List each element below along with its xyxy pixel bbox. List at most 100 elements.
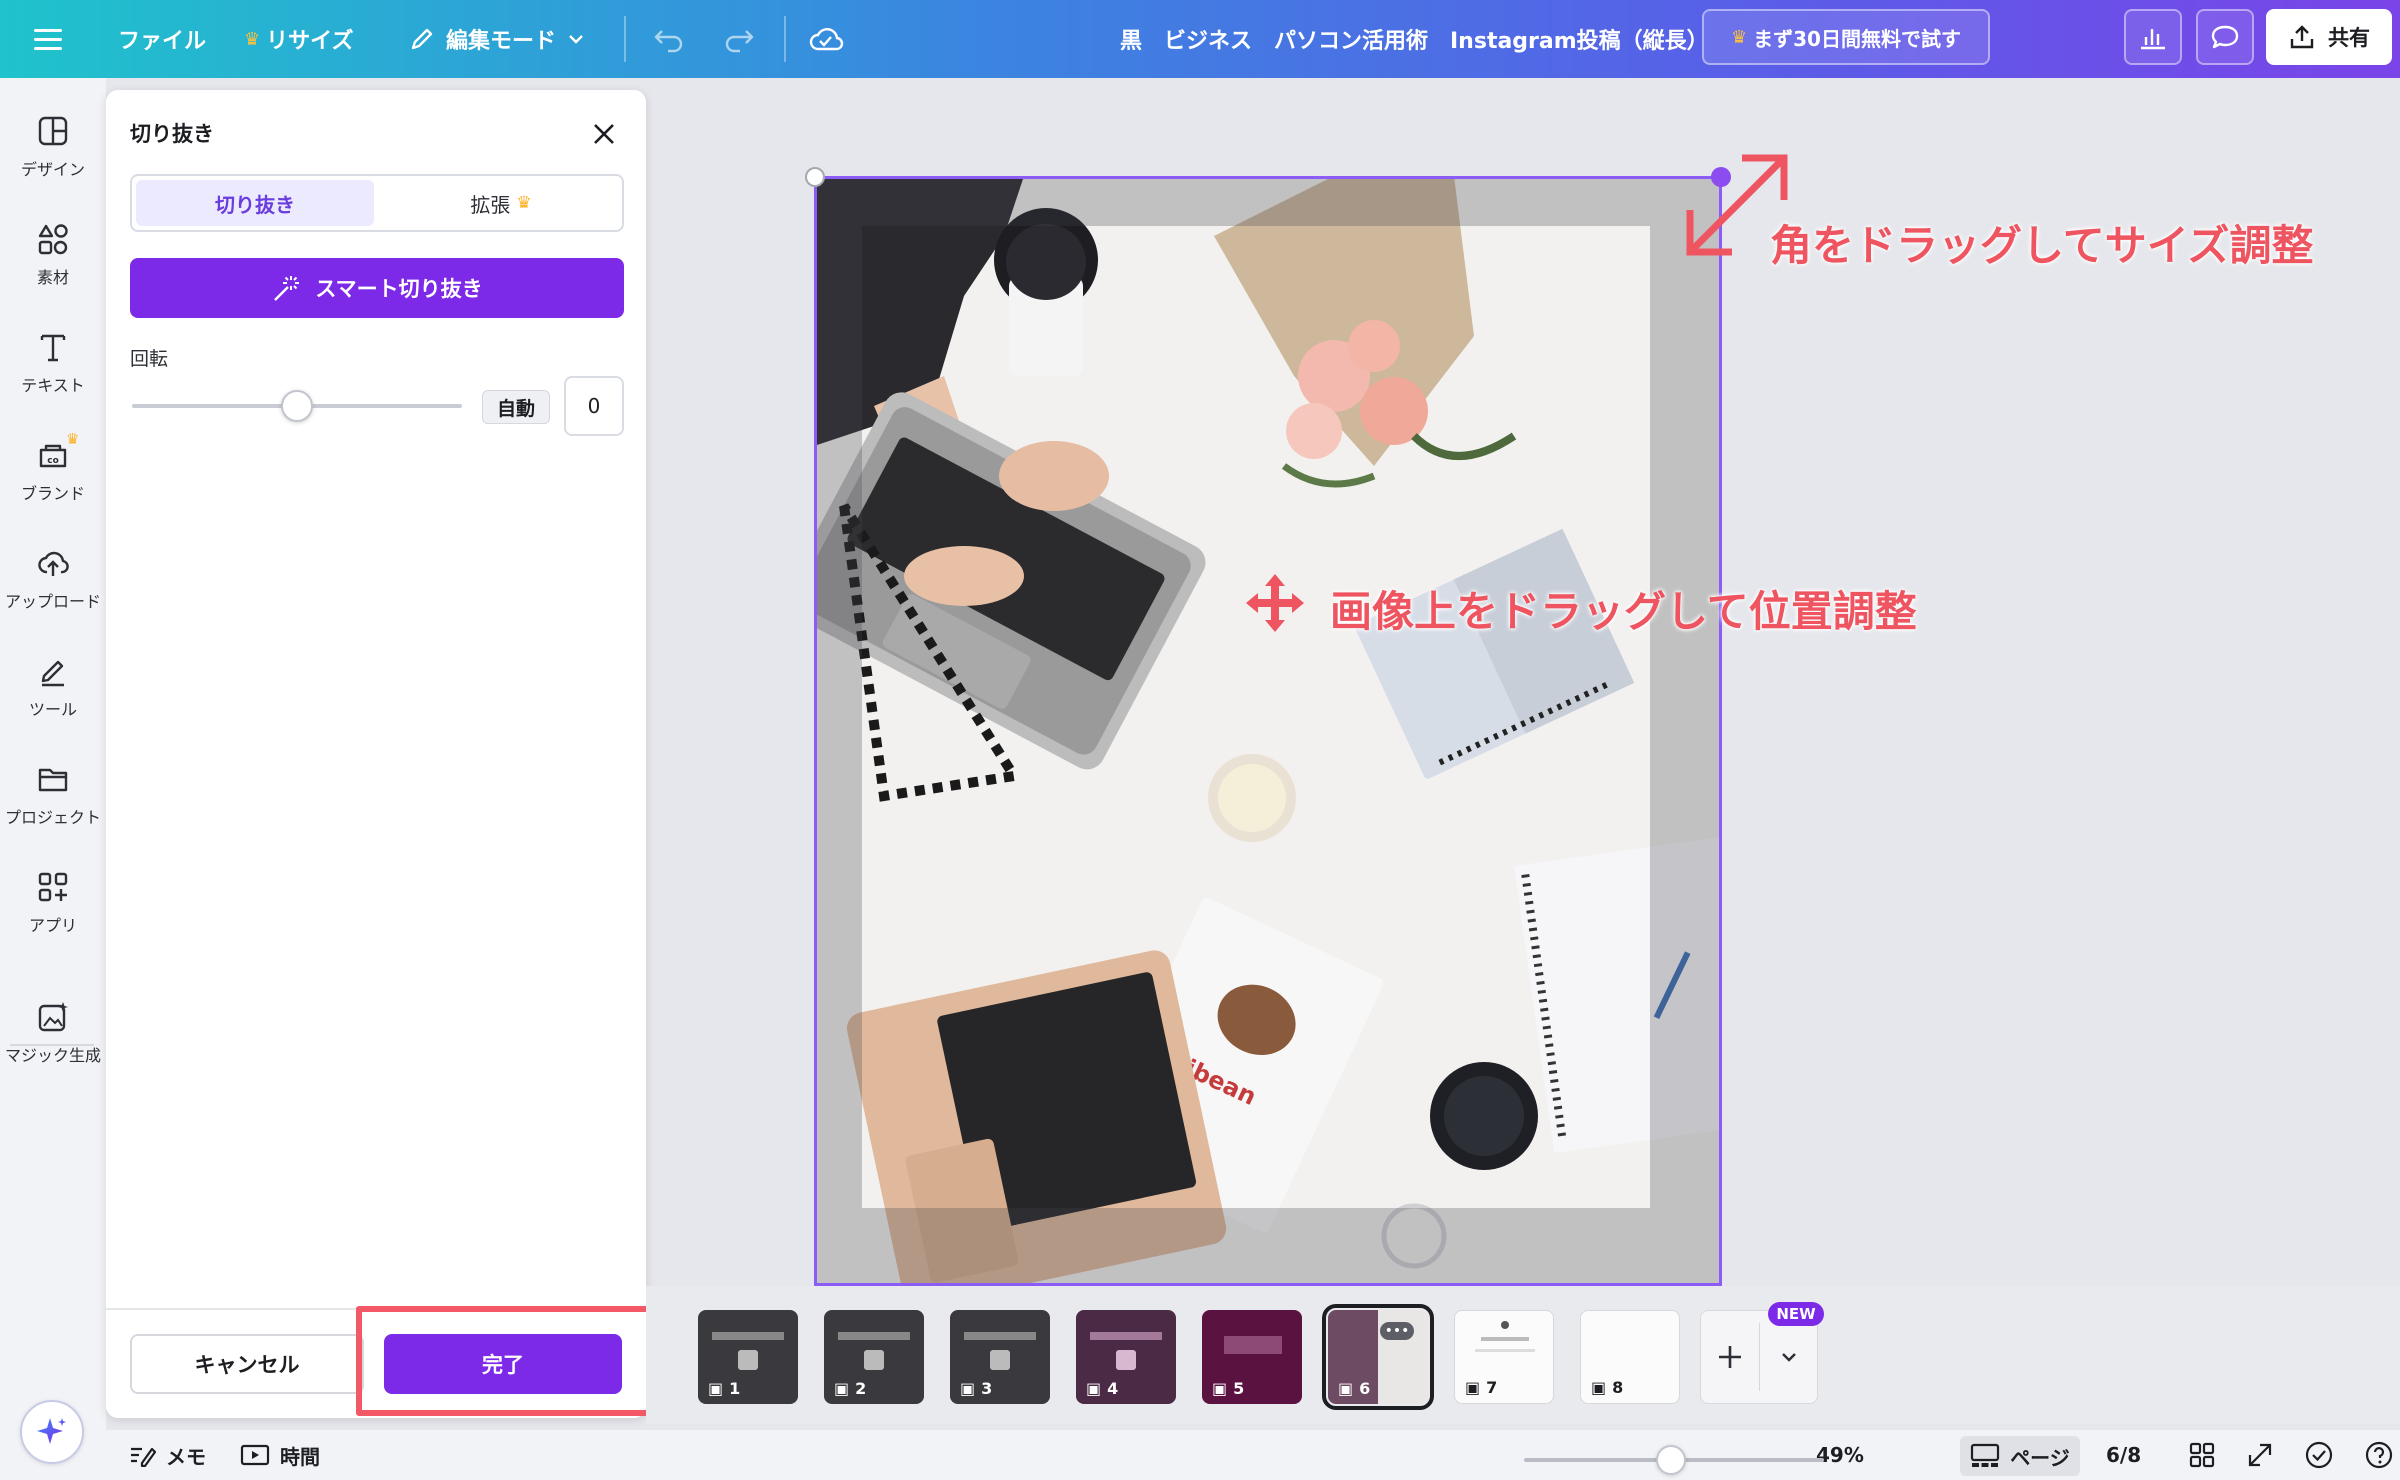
page-number-label: 8 [1612,1378,1624,1397]
more-options-icon[interactable]: ••• [1380,1322,1414,1340]
move-hint: 画像上をドラッグして位置調整 [1330,587,1917,636]
notes-button[interactable]: メモ [128,1430,206,1480]
close-icon[interactable] [586,116,622,152]
resize-button[interactable]: ♛ リサイズ [244,0,353,78]
sidebar-item-projects[interactable]: プロジェクト [0,758,106,858]
sidebar-item-text[interactable]: テキスト [0,326,106,426]
document-title[interactable]: 黒 ビジネス パソコン活用術 Instagram投稿（縦長） [1120,0,1709,78]
insights-chart-icon[interactable] [2124,9,2182,65]
page-thumbnail[interactable]: ▣ 5 [1202,1310,1302,1404]
thumbnail-preview [712,1332,784,1340]
magic-media-icon [38,1002,68,1032]
thumbnail-preview [964,1332,1036,1340]
sidebar-item-label: デザイン [20,160,85,179]
zoom-slider-thumb[interactable] [1656,1445,1686,1475]
page-number: ▣ 1 [708,1379,740,1398]
add-page-button[interactable] [1701,1311,1759,1403]
sidebar-item-label: マジック生成 [4,1046,101,1065]
page-thumbnail[interactable]: ▣ 2 [824,1310,924,1404]
thumbnail-preview [1116,1350,1136,1370]
text-icon [40,334,66,362]
side-navigation: デザイン 素材 テキスト ♛ co ブランド アップロード ツール プロジェクト… [0,78,106,1480]
page-thumbnail[interactable]: ▣ 3 [950,1310,1050,1404]
sidebar-item-label: ツール [28,700,77,719]
sidebar-item-brand[interactable]: ♛ co ブランド [0,430,106,534]
crop-corner-handle-top-left[interactable] [805,167,825,187]
sidebar-item-upload[interactable]: アップロード [0,542,106,642]
zoom-level[interactable]: 49% [1816,1430,1864,1480]
zoom-level-label: 49% [1816,1443,1864,1467]
document-title-text: 黒 ビジネス パソコン活用術 Instagram投稿（縦長） [1120,29,1709,54]
cancel-button[interactable]: キャンセル [130,1334,364,1394]
page-thumbnail[interactable]: ▣ 1 [698,1310,798,1404]
crown-icon: ♛ [66,430,80,448]
page-number: ▣ 6 [1338,1379,1370,1398]
sidebar-item-magic-media[interactable]: マジック生成 [0,996,106,1096]
rotation-value-input[interactable]: 0 [564,376,624,436]
sidebar-item-tools[interactable]: ツール [0,650,106,750]
svg-text:co: co [47,456,59,466]
crop-frame [814,176,1722,1286]
magic-assistant-button[interactable] [20,1400,84,1464]
crop-panel: 切り抜き 切り抜き 拡張 ♛ スマート切り抜き 回転 自動 0 キャンセル 完了 [106,90,646,1418]
smart-crop-button[interactable]: スマート切り抜き [130,258,624,318]
file-menu[interactable]: ファイル [118,0,206,78]
cloud-saved-icon[interactable] [808,0,844,78]
menu-icon[interactable] [34,0,64,78]
chevron-down-icon [569,35,583,44]
help-icon[interactable] [2364,1430,2394,1480]
thumbnail-preview [1481,1337,1529,1341]
page-view-label: ページ [2010,1445,2070,1470]
thumbnail-preview [838,1332,910,1340]
redo-icon[interactable] [722,0,756,78]
crown-icon: ♛ [244,28,261,50]
page-number-label: 5 [1233,1379,1245,1398]
grid-view-icon[interactable] [2188,1430,2216,1480]
sidebar-item-label: アプリ [28,916,77,935]
folder-icon [38,768,68,792]
chevron-down-icon [1782,1353,1796,1362]
thumbnail-preview [1501,1321,1509,1329]
page-thumbnail[interactable]: ▣ 7 [1454,1310,1554,1404]
upload-icon [38,551,69,576]
page-view-toggle[interactable]: ページ [1960,1436,2080,1476]
page-view-icon [1971,1443,2000,1467]
sidebar-item-design[interactable]: デザイン [0,110,106,210]
tab-expand[interactable]: 拡張 ♛ [382,180,620,226]
sidebar-item-label: プロジェクト [4,808,101,827]
page-number: ▣ 2 [834,1379,866,1398]
free-trial-button[interactable]: ♛ まず30日間無料で試す [1702,9,1990,65]
divider [784,16,786,62]
thumbnail-preview [990,1350,1010,1370]
plus-icon [1719,1346,1741,1368]
check-circle-icon[interactable] [2304,1430,2334,1480]
page-number-label: 6 [1359,1379,1371,1398]
crown-icon: ♛ [516,193,532,213]
brand-icon: co [39,444,67,468]
fullscreen-icon[interactable] [2246,1430,2274,1480]
sidebar-item-elements[interactable]: 素材 [0,218,106,318]
page-thumbnail[interactable]: ▣ 4 [1076,1310,1176,1404]
elements-icon [38,224,68,255]
heart-icon: ▣ [708,1379,724,1398]
page-thumbnail-current[interactable]: ••• ▣ 6 [1322,1304,1434,1410]
notes-label: メモ [166,1444,206,1469]
undo-icon[interactable] [652,0,686,78]
tab-crop[interactable]: 切り抜き [136,180,374,226]
comment-icon[interactable] [2196,9,2254,65]
notes-icon [131,1447,156,1467]
page-thumbnail[interactable]: ▣ 8 [1580,1310,1680,1404]
sidebar-item-label: 素材 [36,268,69,287]
page-counter: 6/8 [2106,1430,2141,1480]
edit-mode-dropdown[interactable]: 編集モード [408,0,586,78]
pencil-icon [411,28,433,50]
thumbnail-preview [1475,1349,1535,1352]
rotation-auto-button[interactable]: 自動 [482,390,550,424]
page-counter-label: 6/8 [2106,1443,2142,1467]
share-label: 共有 [2328,26,2370,50]
timer-button[interactable]: 時間 [240,1430,320,1480]
rotation-slider-thumb[interactable] [281,390,313,422]
page-number: ▣ 3 [960,1379,992,1398]
sidebar-item-apps[interactable]: アプリ [0,866,106,966]
share-button[interactable]: 共有 [2266,9,2392,65]
